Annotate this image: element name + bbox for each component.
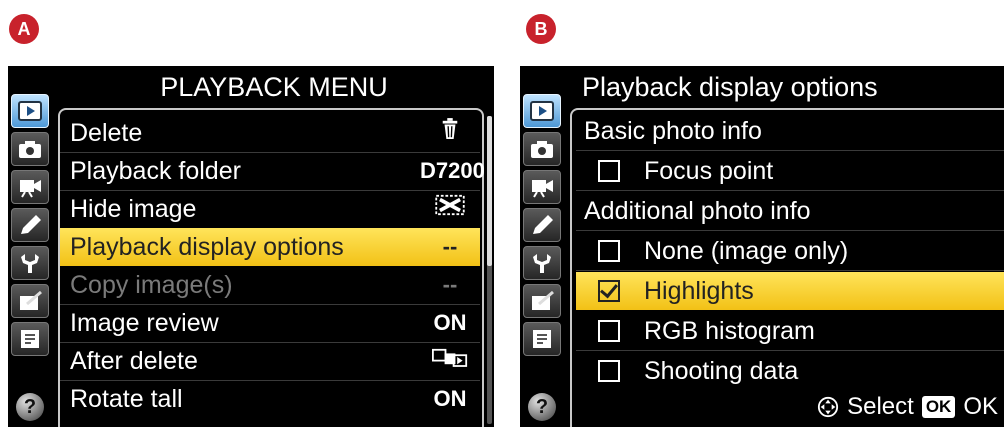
hide-image-icon [420,190,480,228]
menu-item-rotate-tall[interactable]: Rotate tall ON [60,380,480,418]
checkbox-rgb-histogram[interactable] [598,320,620,342]
retouch-icon [20,290,42,310]
menu-item-after-delete[interactable]: After delete [60,342,480,381]
option-rgb-histogram[interactable]: RGB histogram [576,312,1004,351]
tab-movie[interactable] [11,170,49,204]
footer-ok-label: OK [963,393,998,420]
tab-retouch[interactable] [11,284,49,318]
ok-button-icon: OK [921,396,956,418]
section-additional-photo-info: Additional photo info [576,192,1004,231]
option-focus-point[interactable]: Focus point [576,152,1004,191]
wrench-icon [533,254,551,273]
tab-shooting[interactable] [523,132,561,166]
menu-item-playback-display-options[interactable]: Playback display options -- [60,228,480,266]
mymenu-icon [533,330,551,348]
help-icon[interactable]: ? [528,393,556,421]
retouch-icon [532,290,554,310]
option-shooting-data[interactable]: Shooting data [576,352,1004,390]
menu-item-hide-image[interactable]: Hide image [60,190,480,229]
menu-tab-bar: ? [520,66,566,427]
multi-selector-icon [818,396,839,418]
camera-icon [19,141,41,158]
tab-custom-settings[interactable] [11,208,49,242]
movie-icon [20,180,41,198]
after-delete-icon [420,342,480,380]
camera-icon [531,141,553,158]
option-highlights[interactable]: Highlights [576,272,1004,310]
checkbox-none-image-only[interactable] [598,240,620,262]
pencil-icon [533,215,553,234]
tab-my-menu[interactable] [523,322,561,356]
playback-icon [18,101,42,121]
menu-scrollbar[interactable] [487,116,492,424]
tab-movie[interactable] [523,170,561,204]
menu-title: PLAYBACK MENU [160,72,388,102]
label-a-badge: A [9,14,39,44]
scrollbar-thumb[interactable] [487,116,492,266]
footer-select-label: Select [847,393,914,420]
pencil-icon [21,215,41,234]
movie-icon [532,180,553,198]
tab-my-menu[interactable] [11,322,49,356]
menu-item-copy-images[interactable]: Copy image(s) -- [60,266,480,305]
trash-icon [420,114,480,152]
playback-display-options-screen: ? Playback display options Basic photo i… [520,66,1004,427]
options-footer: Select OK OK [817,393,998,421]
wrench-icon [21,254,39,273]
tab-playback[interactable] [11,94,49,128]
check-icon [600,279,618,299]
tab-custom-settings[interactable] [523,208,561,242]
playback-icon [530,101,554,121]
menu-item-playback-folder[interactable]: Playback folder D7200 [60,152,485,191]
tab-setup[interactable] [11,246,49,280]
tab-shooting[interactable] [11,132,49,166]
checkbox-shooting-data[interactable] [598,360,620,382]
label-b-badge: B [526,14,556,44]
options-title: Playback display options [582,72,878,102]
help-icon[interactable]: ? [16,393,44,421]
rotate-tall-value: ON [433,386,467,411]
option-none-image-only[interactable]: None (image only) [576,232,1004,271]
options-content: Playback display options Basic photo inf… [566,66,1004,427]
section-basic-photo-info: Basic photo info [576,112,1004,151]
tab-playback[interactable] [523,94,561,128]
playback-display-options-value: -- [442,234,458,259]
copy-images-value: -- [442,272,458,297]
playback-menu-content: PLAYBACK MENU Delete Playback folder D72… [54,66,494,427]
tab-setup[interactable] [523,246,561,280]
menu-item-image-review[interactable]: Image review ON [60,304,480,343]
menu-item-delete[interactable]: Delete [60,114,480,153]
checkbox-highlights[interactable] [598,279,620,302]
checkbox-focus-point[interactable] [598,160,620,182]
playback-folder-value: D7200 [420,158,485,183]
menu-tab-bar: ? [8,66,54,427]
tab-retouch[interactable] [523,284,561,318]
image-review-value: ON [433,310,467,335]
mymenu-icon [21,330,39,348]
playback-menu-screen: ? PLAYBACK MENU Delete Playback folder D… [8,66,494,427]
